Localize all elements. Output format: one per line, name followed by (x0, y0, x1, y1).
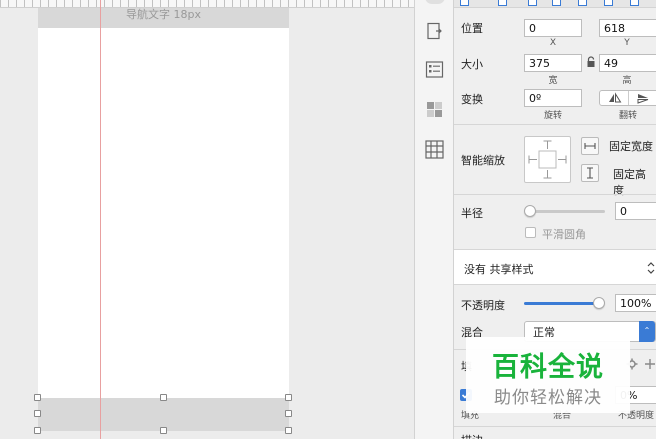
flip-caption: 翻转 (618, 111, 637, 121)
selection-handle-mid-left[interactable] (34, 410, 41, 417)
tool-top-button[interactable] (425, 0, 445, 4)
add-fill-icon[interactable] (644, 358, 656, 370)
radius-input[interactable] (615, 202, 656, 220)
width-input[interactable] (524, 54, 582, 72)
rotate-input[interactable] (524, 89, 582, 107)
selection-handle-bottom-left[interactable] (34, 427, 41, 434)
align-left-icon[interactable] (460, 0, 469, 6)
position-y-input[interactable] (599, 19, 656, 37)
selection-handle-bottom-center[interactable] (160, 427, 167, 434)
smooth-corners-label: 平滑圆角 (542, 228, 586, 241)
divider (454, 194, 656, 195)
fix-height-button[interactable] (581, 164, 599, 182)
flip-vertical-button[interactable] (630, 91, 656, 105)
transform-label: 变换 (461, 93, 483, 106)
selection-handle-top-left[interactable] (34, 394, 41, 401)
align-top-icon[interactable] (552, 0, 561, 6)
radius-label: 半径 (461, 207, 483, 220)
grid-icon[interactable] (425, 140, 444, 159)
size-label: 大小 (461, 58, 483, 71)
artboard[interactable]: 导航文字 18px (38, 8, 289, 431)
flip-buttons (599, 90, 656, 106)
selection-handle-mid-right[interactable] (285, 410, 292, 417)
smart-resize-label: 智能缩放 (461, 154, 505, 167)
components-icon[interactable] (425, 100, 444, 119)
selection-handle-bottom-right[interactable] (285, 427, 292, 434)
position-label: 位置 (461, 22, 483, 35)
layer-list-icon[interactable] (425, 60, 444, 79)
watermark-logo: 百科全说 助你轻松解决 (466, 337, 630, 413)
chevron-updown-icon (646, 260, 656, 276)
nav-bar-layer[interactable]: 导航文字 18px (38, 8, 289, 28)
fix-width-button[interactable] (581, 137, 599, 155)
artboard-tool-icon[interactable] (425, 22, 444, 41)
smooth-corners-checkbox[interactable] (525, 227, 536, 238)
align-bottom-icon[interactable] (604, 0, 613, 6)
alignment-toolbar (454, 0, 656, 8)
shared-style-label: 没有 共享样式 (464, 263, 534, 276)
rotate-caption: 旋转 (543, 111, 562, 121)
align-right-icon[interactable] (528, 0, 537, 6)
radius-slider-knob[interactable] (524, 205, 536, 217)
opacity-input[interactable] (615, 294, 656, 312)
select-arrow-icon: ⌃ (639, 321, 655, 342)
width-caption: 宽 (548, 76, 558, 86)
guide-line[interactable] (100, 0, 101, 439)
divider (454, 426, 656, 427)
height-caption: 高 (622, 76, 632, 86)
opacity-label: 不透明度 (461, 299, 505, 312)
nav-bar-text: 导航文字 18px (126, 8, 201, 21)
inspector-tool-column (414, 0, 454, 439)
position-y-caption: Y (624, 38, 630, 48)
position-x-input[interactable] (524, 19, 582, 37)
horizontal-ruler (0, 0, 414, 8)
flip-horizontal-button[interactable] (600, 91, 629, 105)
resizing-constraints-widget[interactable] (524, 136, 571, 183)
height-input[interactable] (599, 54, 656, 72)
design-canvas[interactable]: 导航文字 18px (0, 0, 414, 439)
position-x-caption: X (549, 38, 557, 48)
shared-style-dropdown[interactable]: 没有 共享样式 (454, 249, 656, 285)
fix-width-label: 固定宽度 (609, 140, 653, 153)
border-section-label: 描边 (461, 432, 483, 439)
watermark-title: 百科全说 (492, 352, 604, 383)
watermark-subtitle: 助你轻松解决 (494, 388, 602, 408)
selection-handle-top-right[interactable] (285, 394, 292, 401)
divider (454, 124, 656, 125)
align-center-icon[interactable] (498, 0, 507, 6)
distribute-icon[interactable] (630, 0, 639, 6)
opacity-slider-track[interactable] (524, 302, 602, 305)
selection-handle-top-center[interactable] (160, 394, 167, 401)
align-middle-icon[interactable] (578, 0, 587, 6)
lock-icon[interactable] (586, 56, 596, 68)
radius-slider-track[interactable] (529, 210, 605, 213)
opacity-slider-knob[interactable] (593, 297, 605, 309)
